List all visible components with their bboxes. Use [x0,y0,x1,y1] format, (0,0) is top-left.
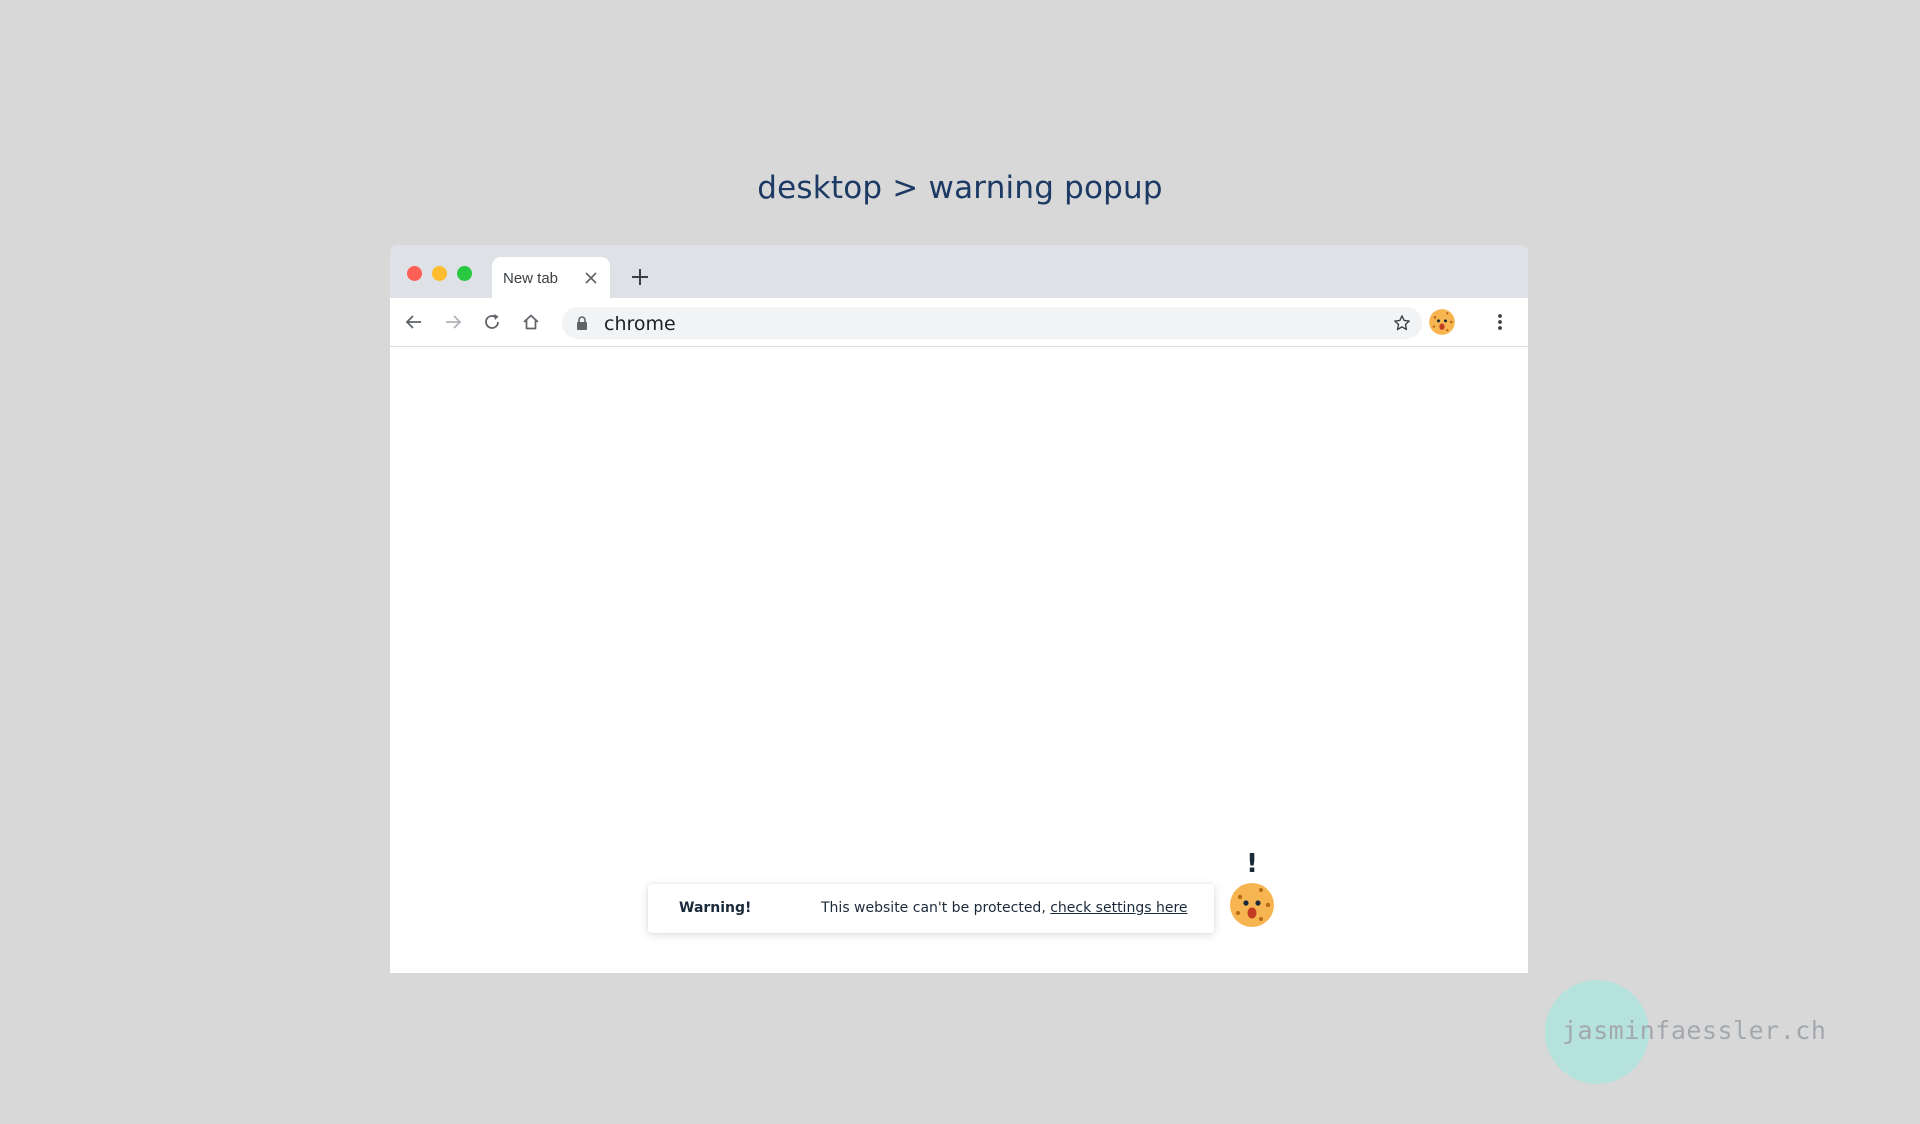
tab-new-tab[interactable]: New tab [492,257,610,298]
arrow-left-icon[interactable] [404,312,424,332]
exclamation-mark: ! [1246,849,1258,879]
more-vertical-icon[interactable] [1490,312,1510,332]
watermark-text: jasminfaessler.ch [1562,1016,1827,1045]
close-icon[interactable] [584,271,598,285]
arrow-right-icon[interactable] [443,312,463,332]
warning-popup: Warning! This website can't be protected… [648,884,1214,933]
star-icon[interactable] [1393,314,1411,332]
warning-label: Warning! [679,900,752,916]
cookie-icon [1230,883,1274,927]
check-settings-link[interactable]: check settings here [1050,900,1187,916]
reload-icon[interactable] [482,312,502,332]
browser-window: New tab chrome Warning! This website can… [390,245,1528,973]
url-text[interactable]: chrome [604,313,676,335]
tab-title: New tab [503,270,559,287]
plus-icon[interactable] [630,267,650,287]
tab-bar: New tab [390,245,1528,298]
warning-message-text: This website can't be protected, [821,900,1051,916]
page-content: Warning! This website can't be protected… [390,347,1528,973]
maximize-window-button[interactable] [457,266,472,281]
home-icon[interactable] [521,312,541,332]
address-bar[interactable]: chrome [562,307,1422,339]
minimize-window-button[interactable] [432,266,447,281]
toolbar: chrome [390,298,1528,347]
lock-icon [577,316,587,330]
warning-message: This website can't be protected, check s… [821,900,1188,916]
cookie-icon[interactable] [1428,308,1456,336]
close-window-button[interactable] [407,266,422,281]
page-title: desktop > warning popup [757,170,1163,206]
